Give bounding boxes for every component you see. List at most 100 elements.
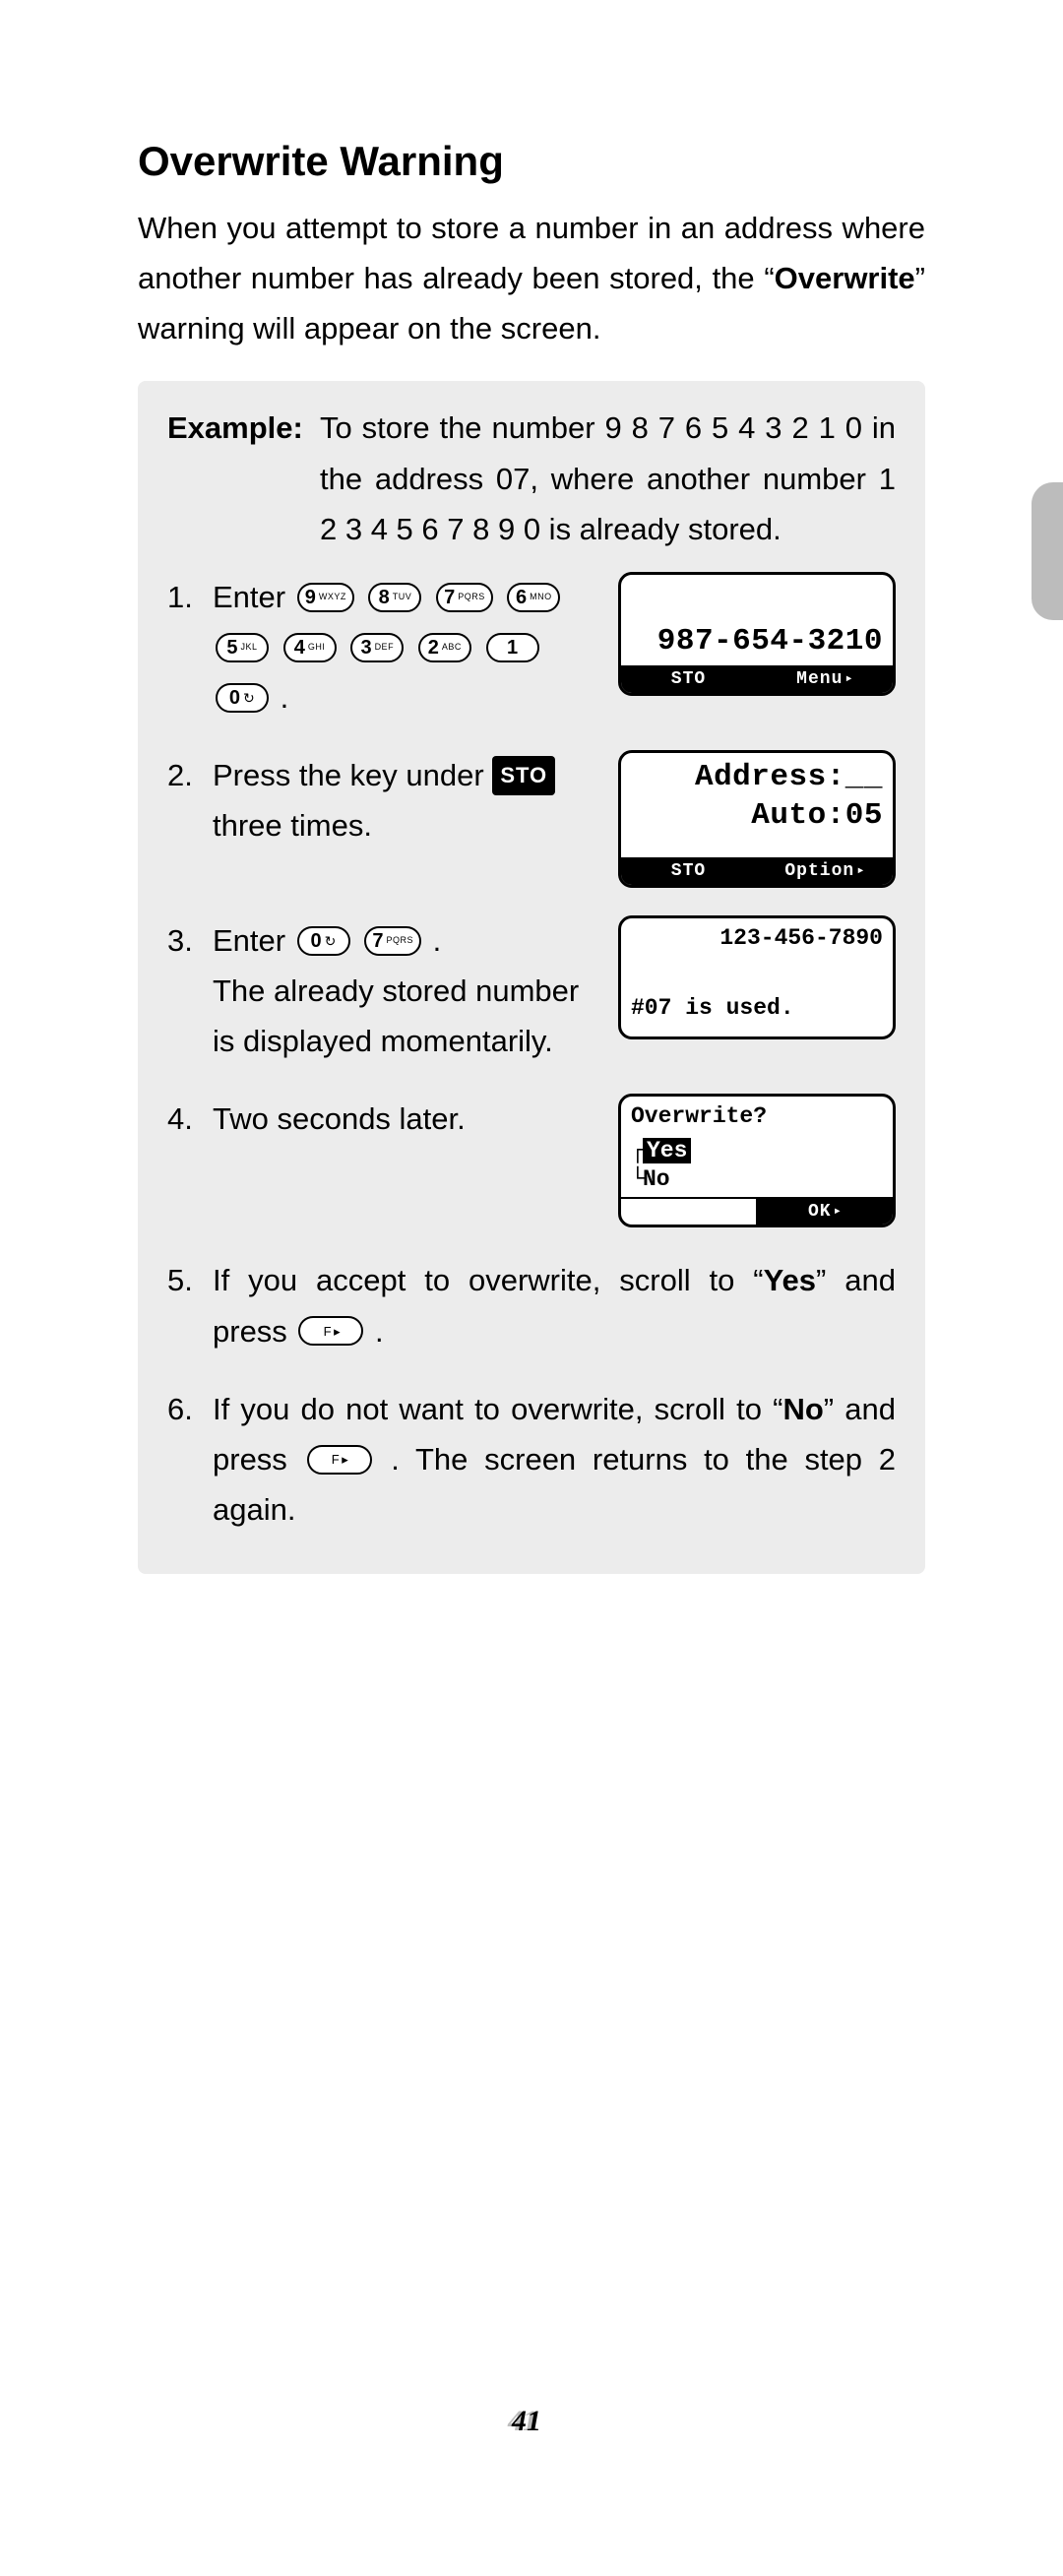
sto-pill: STO [492, 756, 555, 795]
key-7-digit: 7 [444, 588, 455, 607]
step-6-text: If you do not want to overwrite, scroll … [213, 1384, 896, 1535]
step-1-trail: . [281, 680, 289, 715]
key-7-b-digit: 7 [372, 931, 383, 951]
example-header: Example: To store the number 9 8 7 6 5 4… [167, 403, 896, 553]
key-6-digit: 6 [516, 588, 527, 607]
example-text: To store the number 9 8 7 6 5 4 3 2 1 0 … [320, 403, 896, 553]
screen-1-softkey-right: Menu▸ [758, 667, 893, 693]
screen-4-softkey-right: OK▸ [758, 1199, 893, 1225]
screen-4-yes: Yes [643, 1138, 691, 1163]
screen-4-line1: Overwrite? [631, 1102, 883, 1131]
key-1-digit: 1 [507, 638, 518, 658]
key-f-a: F▸ [298, 1316, 363, 1346]
intro-bold: Overwrite [775, 261, 915, 295]
steps-list: 1. Enter 9WXYZ 8TUV 7PQRS 6MNO 5JKL 4GHI… [167, 572, 896, 1535]
key-7: 7PQRS [436, 583, 493, 612]
step-6-num: 6. [167, 1384, 213, 1535]
step-6: 6. If you do not want to overwrite, scro… [167, 1384, 896, 1535]
step-6-bold: No [782, 1392, 823, 1426]
key-0-sub: ↻ [243, 691, 255, 705]
step-5-post: . [375, 1314, 384, 1349]
bracket-bottom: └ [631, 1165, 643, 1194]
key-3-sub: DEF [375, 643, 395, 652]
key-2-digit: 2 [428, 638, 439, 658]
step-4: 4. Two seconds later. Overwrite? ┌Yes └N… [167, 1094, 896, 1227]
key-0-b: 0↻ [297, 926, 350, 956]
screen-4-options: ┌Yes └No [631, 1137, 883, 1194]
key-3: 3 DEF [350, 633, 404, 662]
step-4-num: 4. [167, 1094, 213, 1227]
key-0-b-digit: 0 [311, 931, 322, 951]
screen-1-softkey-left: STO [621, 667, 758, 693]
screen-3-line2: #07 is used. [631, 994, 883, 1023]
screen-2-softkey-right: Option▸ [758, 859, 893, 885]
screen-4: Overwrite? ┌Yes └No OK▸ [618, 1094, 896, 1227]
step-2-trail: three times. [213, 808, 372, 843]
key-9-sub: WXYZ [319, 593, 346, 601]
key-0-digit: 0 [229, 688, 240, 708]
key-3-digit: 3 [360, 638, 371, 658]
key-f-b-arrow-icon: ▸ [342, 1453, 348, 1466]
key-f-b-d: F [332, 1453, 340, 1466]
key-1: 1 [486, 633, 539, 662]
key-4-digit: 4 [294, 638, 305, 658]
key-9-digit: 9 [305, 588, 316, 607]
screen-2-softkey-left: STO [621, 859, 758, 885]
key-0-b-sub: ↻ [325, 934, 337, 948]
key-6: 6MNO [507, 583, 560, 612]
screen-2-softkey-left-label: STO [671, 857, 706, 887]
page-number-main: 41 [512, 2405, 541, 2437]
step-1-lead: Enter [213, 580, 294, 614]
screen-4-softkey-left [621, 1199, 758, 1225]
step-2-lead: Press the key under [213, 758, 492, 792]
step-3-trail: . [433, 923, 442, 958]
step-3-line2: The already stored number is displayed m… [213, 974, 579, 1058]
key-7-b: 7PQRS [364, 926, 421, 956]
screen-4-softkey-right-label: OK [808, 1198, 832, 1227]
step-5-bold: Yes [764, 1263, 816, 1297]
screen-1-softkey-right-label: Menu [796, 665, 843, 695]
key-0: 0↻ [216, 683, 269, 713]
section-title: Overwrite Warning [138, 138, 925, 185]
key-5: 5 JKL [216, 633, 269, 662]
screen-1: 987-654-3210 STO Menu▸ [618, 572, 896, 696]
step-3-text: Enter 0↻ 7PQRS . The already stored numb… [213, 915, 598, 1066]
key-f-a-d: F [324, 1325, 332, 1338]
step-3-lead: Enter [213, 923, 294, 958]
step-3: 3. Enter 0↻ 7PQRS . The already stored n… [167, 915, 896, 1066]
bracket-top: ┌ [631, 1137, 643, 1165]
side-tab [1032, 482, 1063, 620]
step-1: 1. Enter 9WXYZ 8TUV 7PQRS 6MNO 5JKL 4GHI… [167, 572, 896, 723]
key-2-sub: ABC [442, 643, 462, 652]
step-2-num: 2. [167, 750, 213, 888]
key-2: 2ABC [418, 633, 471, 662]
screen-2-arrow-icon: ▸ [856, 860, 865, 883]
screen-2: Address:__ Auto:05 STO Option▸ [618, 750, 896, 888]
key-4: 4GHI [283, 633, 337, 662]
example-box: Example: To store the number 9 8 7 6 5 4… [138, 381, 925, 1574]
step-1-text: Enter 9WXYZ 8TUV 7PQRS 6MNO 5JKL 4GHI 3D… [213, 572, 598, 723]
screen-4-no: No [643, 1166, 670, 1192]
key-8-digit: 8 [379, 588, 390, 607]
step-5-text: If you accept to overwrite, scroll to “Y… [213, 1255, 896, 1355]
screen-2-line2: Auto:05 [631, 797, 883, 836]
key-5-digit: 5 [226, 638, 237, 658]
step-5: 5. If you accept to overwrite, scroll to… [167, 1255, 896, 1355]
key-4-sub: GHI [308, 643, 326, 652]
step-4-text: Two seconds later. [213, 1094, 598, 1144]
screen-3-line1: 123-456-7890 [631, 924, 883, 953]
key-7-b-sub: PQRS [386, 936, 413, 945]
key-9: 9WXYZ [297, 583, 354, 612]
key-7-sub: PQRS [458, 593, 485, 601]
manual-page: Overwrite Warning When you attempt to st… [0, 0, 1063, 2576]
key-f-a-arrow-icon: ▸ [334, 1325, 341, 1338]
intro-paragraph: When you attempt to store a number in an… [138, 203, 925, 353]
key-5-sub: JKL [241, 643, 258, 652]
key-f-b: F▸ [307, 1445, 372, 1475]
screen-1-number: 987-654-3210 [657, 623, 883, 661]
page-number: 4141 [0, 2405, 1063, 2438]
step-1-num: 1. [167, 572, 213, 723]
step-5-num: 5. [167, 1255, 213, 1355]
screen-2-line1: Address:__ [631, 759, 883, 797]
example-label: Example: [167, 403, 320, 553]
